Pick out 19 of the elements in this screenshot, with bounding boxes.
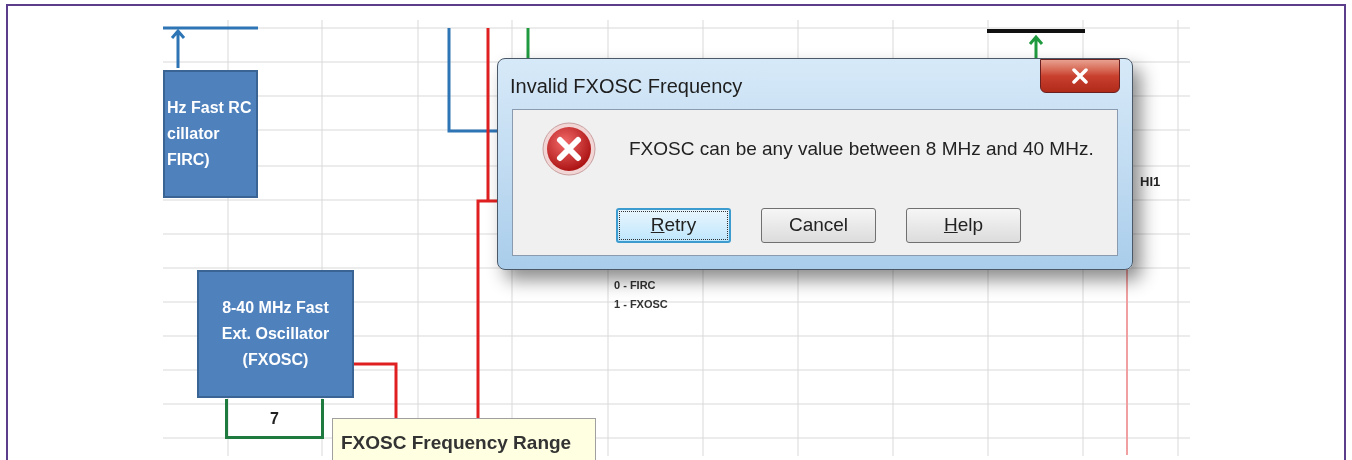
dialog-button[interactable]: Cancel bbox=[761, 208, 876, 243]
dialog-button[interactable]: Help bbox=[906, 208, 1021, 243]
option-label: 0 - FIRC bbox=[614, 278, 657, 293]
error-icon bbox=[541, 121, 597, 177]
block-label: Hz Fast RC cillator FIRC) bbox=[167, 98, 252, 170]
arrow bbox=[170, 28, 186, 70]
dialog-button[interactable]: Retry bbox=[616, 208, 731, 243]
wire bbox=[354, 362, 398, 418]
close-button[interactable] bbox=[1040, 59, 1120, 93]
cell-value: 7 bbox=[225, 399, 324, 439]
option-label: 1 - FXOSC bbox=[614, 297, 668, 312]
arrow bbox=[1028, 34, 1044, 60]
dialog-title: Invalid FXOSC Frequency bbox=[510, 74, 743, 99]
close-icon bbox=[1071, 68, 1089, 84]
wire bbox=[526, 28, 530, 60]
dialog-message: FXOSC can be any value between 8 MHz and 40 MHz. bbox=[629, 136, 1094, 161]
block-label: 8-40 MHz Fast Ext. Oscillator (FXOSC) bbox=[221, 298, 330, 370]
cell-label: HI1 bbox=[1140, 173, 1161, 191]
tooltip-title: FXOSC Frequency Range bbox=[341, 432, 572, 453]
